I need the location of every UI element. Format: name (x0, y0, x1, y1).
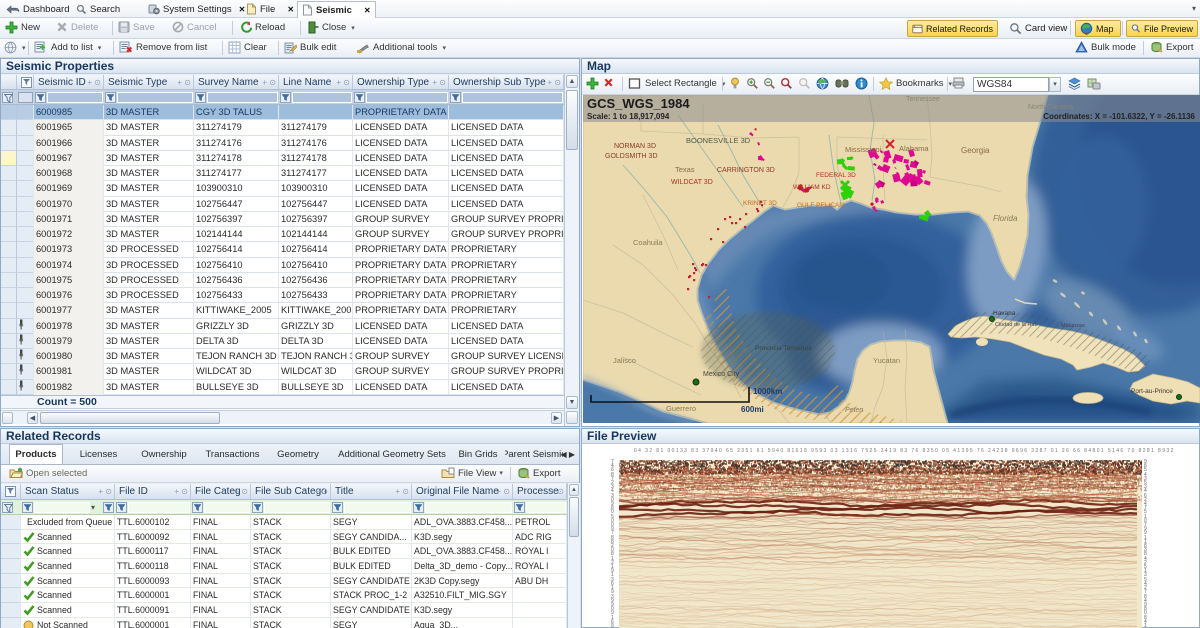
svg-text:Yucatan: Yucatan (873, 356, 900, 365)
svg-text:CARRINGTON 3D: CARRINGTON 3D (717, 167, 775, 174)
svg-text:GOLDSMITH 3D: GOLDSMITH 3D (605, 153, 658, 160)
svg-text:BOONESVILLE 3D: BOONESVILLE 3D (686, 136, 751, 145)
svg-text:Guerrero: Guerrero (666, 404, 696, 413)
svg-text:GCS_WGS_1984: GCS_WGS_1984 (587, 96, 690, 111)
svg-text:NORMAN 3D: NORMAN 3D (614, 143, 656, 150)
svg-text:Alabama: Alabama (899, 144, 929, 153)
svg-text:GULF PELICAN: GULF PELICAN (797, 202, 844, 209)
svg-text:Mississippi: Mississippi (845, 145, 882, 154)
svg-text:Coordinates: X = -101.6322, Y: Coordinates: X = -101.6322, Y = -26.1136 (1043, 112, 1195, 121)
svg-text:Peten: Peten (845, 407, 863, 414)
svg-text:Georgia: Georgia (961, 146, 990, 155)
svg-text:Provincia Tamiahua: Provincia Tamiahua (755, 345, 812, 352)
svg-text:FEDERAL 3D: FEDERAL 3D (816, 172, 856, 179)
svg-text:Matanzas: Matanzas (1061, 323, 1085, 329)
svg-text:Coahuila: Coahuila (633, 238, 663, 247)
svg-text:Port-au-Prince: Port-au-Prince (1131, 388, 1173, 395)
svg-text:1000km: 1000km (753, 387, 782, 396)
svg-text:Havana: Havana (993, 310, 1016, 317)
svg-text:Florida: Florida (993, 214, 1018, 223)
svg-text:Scale: 1 to 18,917,094: Scale: 1 to 18,917,094 (587, 112, 670, 121)
svg-text:WILLIAM KD: WILLIAM KD (793, 184, 831, 191)
svg-text:Texas: Texas (675, 165, 695, 174)
svg-text:Mexico City: Mexico City (703, 371, 740, 378)
svg-text:KRINET 3D: KRINET 3D (743, 200, 777, 207)
svg-text:600mi: 600mi (741, 405, 764, 414)
svg-text:Ciudad de la Hab: Ciudad de la Hab (995, 322, 1038, 328)
svg-text:Jalisco: Jalisco (613, 356, 636, 365)
svg-text:WILDCAT 3D: WILDCAT 3D (671, 179, 713, 186)
